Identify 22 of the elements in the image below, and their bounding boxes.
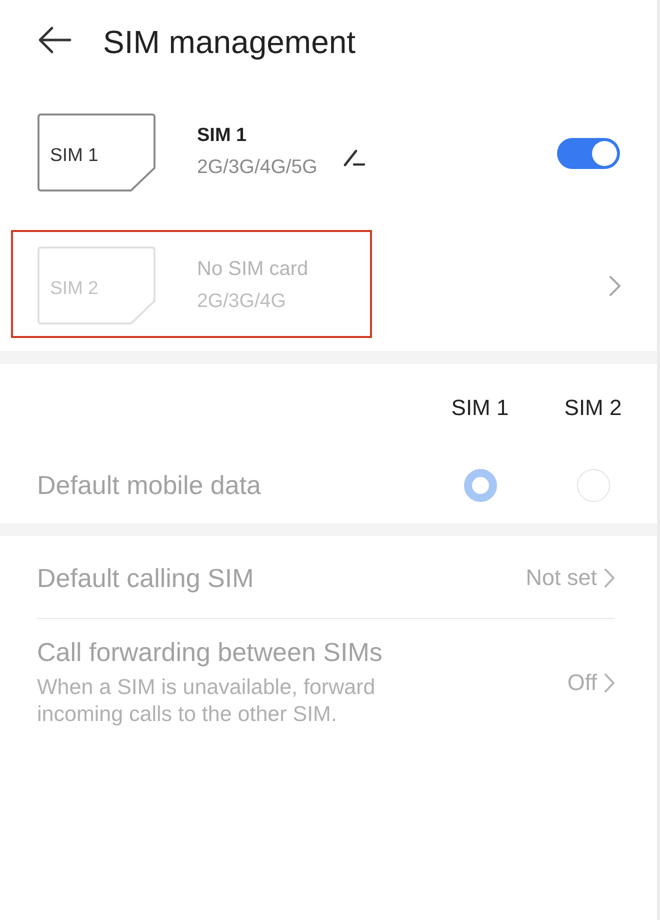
sim-toggle-switch[interactable] xyxy=(557,138,620,168)
column-header: SIM 2 xyxy=(564,395,622,421)
page-title: SIM management xyxy=(103,24,356,60)
setting-value: Off xyxy=(567,670,597,696)
chevron-right-icon[interactable] xyxy=(604,672,615,692)
sim-card-label: SIM 1 xyxy=(50,144,98,166)
sim-name: No SIM card xyxy=(197,258,308,280)
sim-networks: 2G/3G/4G/5G xyxy=(197,156,318,179)
chevron-right-icon[interactable] xyxy=(604,568,615,588)
setting-title: Default mobile data xyxy=(37,470,262,501)
setting-value: Not set xyxy=(526,565,597,591)
sim-name: SIM 1 xyxy=(197,125,248,147)
setting-description: When a SIM is unavailable, forward incoming calls to the other SIM. xyxy=(37,674,376,728)
setting-title: Default calling SIM xyxy=(37,563,255,593)
setting-title: Call forwarding between SIMs xyxy=(37,637,384,667)
column-header: SIM 1 xyxy=(451,395,509,421)
sim-card-icon xyxy=(37,246,156,324)
edit-icon[interactable] xyxy=(343,147,368,167)
sim-networks: 2G/3G/4G xyxy=(197,290,287,312)
sim-card-label: SIM 2 xyxy=(50,277,98,299)
sim-card-icon xyxy=(37,112,156,192)
back-button[interactable] xyxy=(38,26,72,54)
